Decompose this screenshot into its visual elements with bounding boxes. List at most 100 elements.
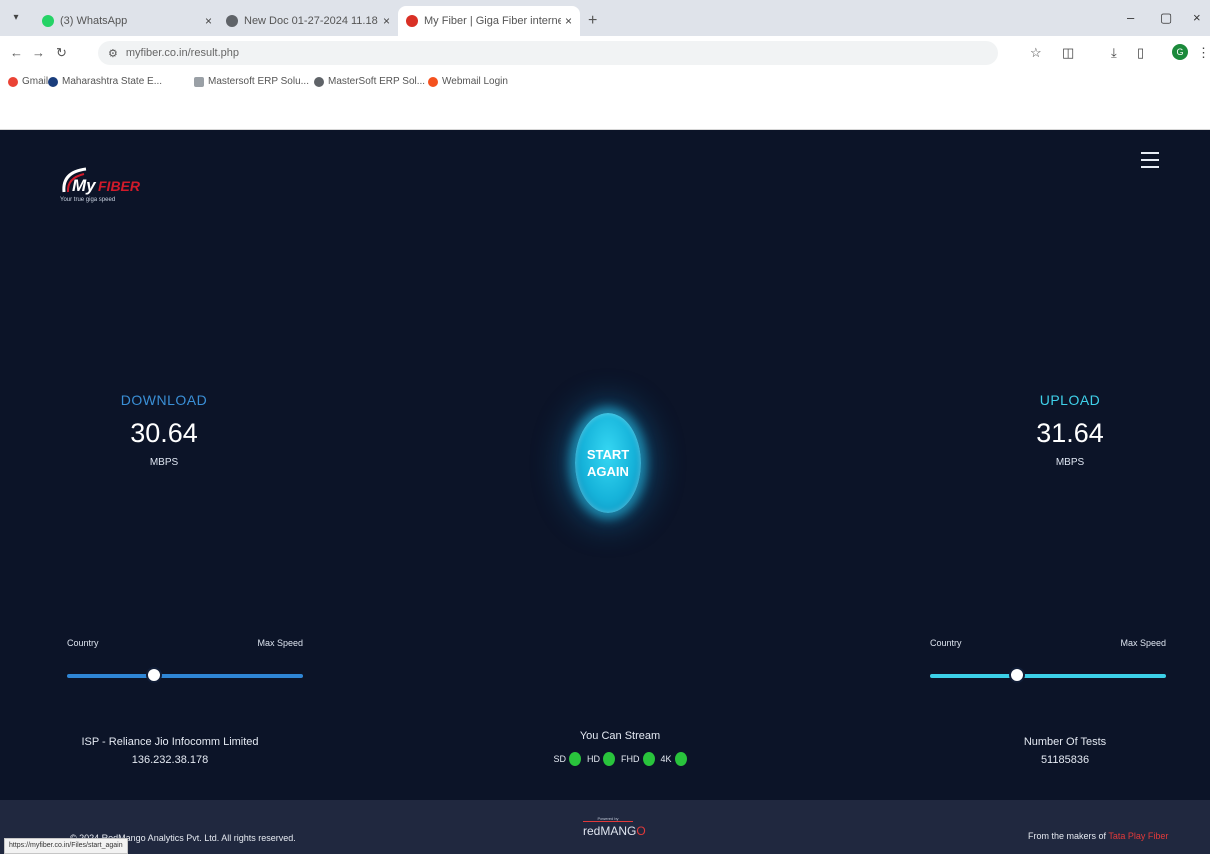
bookmark-label: MasterSoft ERP Sol... [328, 76, 426, 87]
tab-title: (3) WhatsApp [60, 15, 128, 27]
slider-track[interactable] [930, 674, 1166, 678]
upload-label: UPLOAD [1039, 392, 1101, 408]
svg-text:FIBER: FIBER [98, 178, 141, 194]
makers-text: From the makers of Tata Play Fiber [1028, 831, 1168, 841]
tab-title: New Doc 01-27-2024 11.18 [244, 15, 378, 27]
bookmark-label: Maharashtra State E... [62, 76, 163, 87]
slider-max-label: Max Speed [257, 638, 303, 648]
tab-search-icon[interactable]: ▾ [8, 10, 24, 26]
new-tab-button[interactable]: + [588, 12, 597, 30]
slider-max-label: Max Speed [1120, 638, 1166, 648]
site-info-icon[interactable]: ⚙ [108, 47, 118, 60]
check-dot-icon [603, 752, 615, 766]
slider-min-label: Country [67, 638, 99, 648]
brand-tail: O [636, 824, 646, 838]
tab-close-icon[interactable]: × [565, 14, 572, 28]
slider-track[interactable] [67, 674, 303, 678]
speedtest-page: My FIBER Your true giga speed DOWNLOAD 3… [0, 130, 1210, 854]
download-icon[interactable]: ⤓ [1111, 45, 1117, 61]
bookmark-star-icon[interactable]: ☆ [1030, 45, 1042, 61]
bookmarks-bar: Gmail Maharashtra State E... Mastersoft … [0, 70, 1210, 130]
page-icon [194, 76, 204, 87]
format-label: FHD [621, 754, 640, 764]
upload-speed-slider[interactable]: Country Max Speed [930, 638, 1166, 683]
browser-tab-myfiber[interactable]: My Fiber | Giga Fiber internet s × [398, 6, 580, 36]
forward-arrow-icon[interactable]: → [32, 45, 45, 60]
tab-close-icon[interactable]: × [205, 14, 212, 28]
ip-address: 136.232.38.178 [131, 754, 209, 766]
download-speed-slider[interactable]: Country Max Speed [67, 638, 303, 683]
tests-info: Number Of Tests 51185836 [990, 736, 1140, 766]
start-again-button[interactable]: START AGAIN [575, 413, 641, 513]
status-bar-url: https://myfiber.co.in/Files/start_again [4, 838, 128, 854]
logo-tagline: Your true giga speed [60, 197, 116, 203]
slider-knob[interactable] [146, 667, 163, 683]
restore-button[interactable]: ▢ [1160, 10, 1172, 26]
bookmark-label: Gmail [22, 76, 49, 87]
format-label: HD [587, 754, 600, 764]
check-dot-icon [569, 752, 581, 766]
download-value: 30.64 [130, 418, 198, 448]
makers-prefix: From the makers of [1028, 831, 1107, 841]
reload-icon[interactable]: ↻ [56, 45, 67, 61]
start-line-1: START [586, 447, 630, 462]
hamburger-menu-icon[interactable] [1141, 152, 1159, 168]
tab-title: My Fiber | Giga Fiber internet s [424, 15, 561, 27]
isp-info: ISP - Reliance Jio Infocomm Limited 136.… [60, 736, 280, 766]
bookmark-label: Mastersoft ERP Solu... [208, 76, 309, 87]
bookmark-maharashtra[interactable]: Maharashtra State E... [48, 76, 162, 87]
close-window-button[interactable]: × [1193, 10, 1201, 25]
download-label: DOWNLOAD [120, 392, 208, 408]
site-footer: © 2024 RedMango Analytics Pvt. Ltd. All … [0, 800, 1210, 854]
profile-avatar[interactable]: G [1172, 44, 1188, 60]
whatsapp-favicon-icon [42, 15, 54, 27]
minimize-button[interactable]: – [1127, 10, 1134, 25]
globe-icon [314, 76, 324, 87]
tab-close-icon[interactable]: × [383, 14, 390, 28]
stream-info: You Can Stream SD HD FHD 4K [520, 730, 720, 766]
tests-count: 51185836 [1040, 754, 1090, 766]
bookmark-mastersoft-1[interactable]: Mastersoft ERP Solu... [194, 76, 309, 87]
extensions-icon[interactable]: ◫ [1062, 45, 1074, 61]
download-unit: MBPS [149, 457, 179, 468]
bookmark-webmail[interactable]: Webmail Login [428, 76, 508, 87]
brand-main: redMANG [583, 824, 637, 838]
redmango-badge[interactable]: Powered by redMANGO [583, 816, 646, 838]
back-arrow-icon[interactable]: ← [10, 45, 23, 60]
makers-link[interactable]: Tata Play Fiber [1108, 831, 1168, 841]
browser-menu-icon[interactable]: ⋮ [1197, 45, 1210, 61]
side-panel-icon[interactable]: ▯ [1137, 45, 1144, 61]
address-toolbar: ← → ↻ ⚙ myfiber.co.in/result.php ☆ ◫ ⤓ ▯… [0, 36, 1210, 70]
tests-label: Number Of Tests [1023, 736, 1107, 748]
powered-by-text: Powered by [583, 816, 633, 822]
myfiber-logo-icon: My FIBER [62, 167, 141, 195]
isp-name: ISP - Reliance Jio Infocomm Limited [81, 736, 259, 748]
slider-min-label: Country [930, 638, 962, 648]
myfiber-logo[interactable]: My FIBER Your true giga speed [60, 166, 160, 210]
svg-text:My: My [72, 176, 97, 195]
globe-favicon-icon [226, 15, 238, 27]
url-text: myfiber.co.in/result.php [125, 47, 239, 59]
bookmark-mastersoft-2[interactable]: MasterSoft ERP Sol... [314, 76, 425, 87]
start-button-wrap: START AGAIN [541, 385, 671, 545]
gmail-icon [8, 76, 18, 87]
stream-title: You Can Stream [579, 730, 661, 742]
redmango-logo: redMANGO [583, 824, 646, 838]
check-dot-icon [674, 752, 687, 766]
upload-metric: UPLOAD 31.64 MBPS [990, 392, 1150, 468]
stream-formats: SD HD FHD 4K [520, 752, 720, 766]
stream-fhd: FHD [621, 752, 655, 766]
stream-hd: HD [587, 752, 615, 766]
bookmark-label: Webmail Login [442, 76, 508, 87]
start-line-2: AGAIN [587, 464, 629, 479]
myfiber-favicon-icon [406, 15, 418, 27]
slider-knob[interactable] [1009, 667, 1026, 683]
format-label: 4K [660, 754, 672, 764]
check-dot-icon [642, 752, 655, 766]
bookmark-gmail[interactable]: Gmail [8, 76, 48, 87]
browser-tab-whatsapp[interactable]: (3) WhatsApp × [34, 6, 220, 36]
upload-unit: MBPS [1055, 457, 1085, 468]
url-bar[interactable]: ⚙ myfiber.co.in/result.php [98, 41, 998, 65]
browser-tab-new-doc[interactable]: New Doc 01-27-2024 11.18 × [218, 6, 398, 36]
browser-tab-strip: ▾ (3) WhatsApp × New Doc 01-27-2024 11.1… [0, 0, 1210, 36]
